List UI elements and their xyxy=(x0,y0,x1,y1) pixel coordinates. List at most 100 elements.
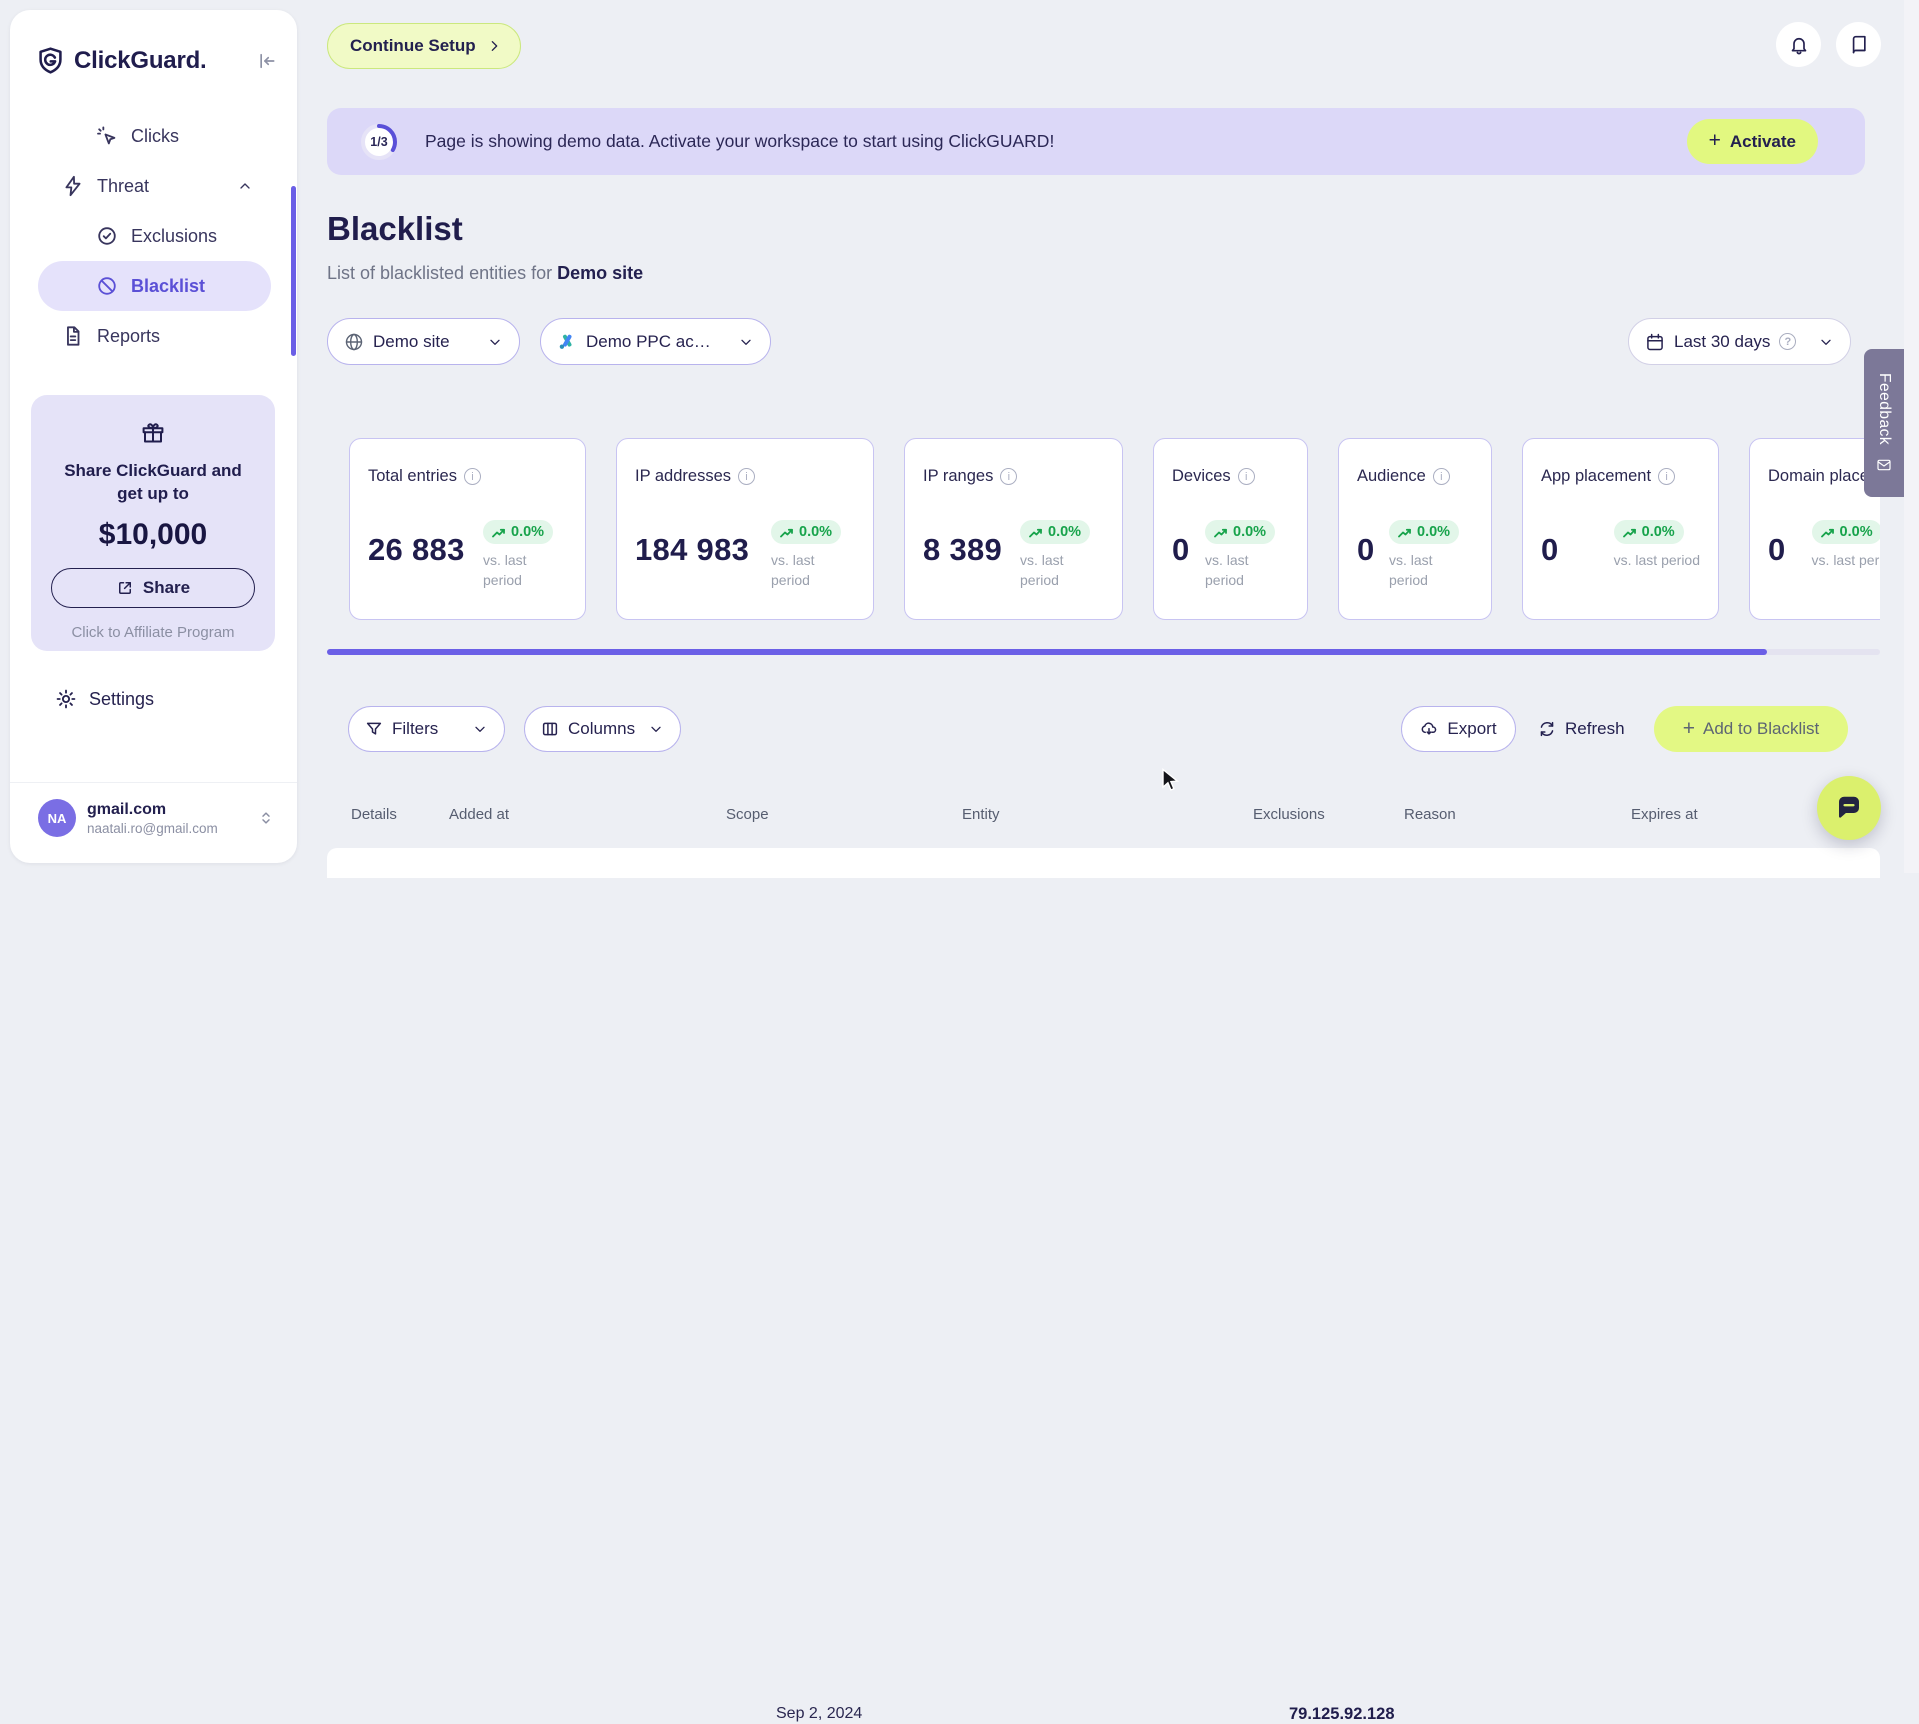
help-icon[interactable]: ? xyxy=(1779,333,1797,350)
sidebar-item-label: Blacklist xyxy=(131,275,206,296)
date-range-selector[interactable]: Last 30 days ? xyxy=(1628,318,1851,365)
mouse-cursor xyxy=(1160,768,1184,799)
feedback-tab[interactable]: Feedback xyxy=(1864,349,1904,497)
sidebar-item-threat[interactable]: Threat xyxy=(38,161,271,211)
column-header-scope: Scope xyxy=(726,806,769,823)
column-header-entity: Entity xyxy=(962,806,1000,823)
promo-amount: $10,000 xyxy=(98,517,208,551)
trend-caption: vs. last period xyxy=(771,552,815,588)
chevron-right-icon xyxy=(486,38,502,54)
funnel-icon xyxy=(365,720,383,738)
plus-icon: + xyxy=(1682,716,1696,740)
columns-button[interactable]: Columns xyxy=(524,706,681,752)
logo[interactable]: ClickGuard. xyxy=(36,46,277,75)
sidebar-item-settings[interactable]: Settings xyxy=(55,688,154,710)
trend-caption: vs. last period xyxy=(1020,552,1064,588)
sidebar-item-label: Threat xyxy=(97,175,150,196)
refresh-label: Refresh xyxy=(1565,719,1625,738)
trend-value: 0.0% xyxy=(799,524,833,540)
page-subtitle: List of blacklisted entities for Demo si… xyxy=(327,263,643,284)
info-icon[interactable]: i xyxy=(1237,468,1255,485)
stats-carousel: Total entries i 26 883 0.0% vs. last peri… xyxy=(327,438,1880,622)
trend-badge: 0.0% xyxy=(1811,520,1880,544)
browser-scrollbar[interactable] xyxy=(1904,0,1919,873)
stat-label: Total entries xyxy=(368,467,457,485)
promo-text: Share ClickGuard and get up to xyxy=(64,461,242,503)
info-icon[interactable]: i xyxy=(463,468,481,485)
filters-button[interactable]: Filters xyxy=(348,706,505,752)
continue-setup-label: Continue Setup xyxy=(350,36,476,55)
trend-caption: vs. last period xyxy=(1389,552,1433,588)
collapse-sidebar-button[interactable] xyxy=(257,51,277,71)
stat-value: 26 883 xyxy=(368,532,465,567)
stat-card-total-entries: Total entries i 26 883 0.0% vs. last peri… xyxy=(349,438,586,620)
account-email: naatali.ro@gmail.com xyxy=(87,820,218,836)
site-selector[interactable]: Demo site xyxy=(327,318,520,365)
table-row[interactable]: Sep 2, 2024 79.125.92.128 xyxy=(327,848,1880,1723)
affiliate-link[interactable]: Click to Affiliate Program xyxy=(49,624,257,641)
activate-button[interactable]: + Activate xyxy=(1686,119,1818,164)
column-header-reason: Reason xyxy=(1404,806,1456,823)
stats-scrollbar-thumb[interactable] xyxy=(327,649,1767,655)
stat-card-audience: Audience i 0 0.0% vs. last period xyxy=(1338,438,1492,620)
cursor-click-icon xyxy=(96,125,118,147)
trend-caption: vs. last period xyxy=(1205,552,1249,588)
stat-value: 0 xyxy=(1541,532,1559,567)
export-button[interactable]: Export xyxy=(1401,706,1516,752)
book-icon xyxy=(1849,35,1869,55)
stat-card-devices: Devices i 0 0.0% vs. last period xyxy=(1153,438,1308,620)
app-title: ClickGuard. xyxy=(74,46,207,74)
sidebar-nav: Clicks Threat Exclusions Blacklist Repor… xyxy=(10,111,297,361)
share-button[interactable]: Share xyxy=(51,567,255,608)
trend-badge: 0.0% xyxy=(1205,520,1276,544)
sidebar-item-blacklist[interactable]: Blacklist xyxy=(38,261,271,311)
feedback-label: Feedback xyxy=(1876,373,1893,446)
continue-setup-button[interactable]: Continue Setup xyxy=(327,23,521,69)
collapse-left-icon xyxy=(257,51,277,71)
notifications-button[interactable] xyxy=(1776,22,1821,67)
ppc-account-selector[interactable]: Demo PPC ac… xyxy=(540,318,771,365)
trend-value: 0.0% xyxy=(1641,524,1675,540)
chat-widget-button[interactable] xyxy=(1817,776,1881,840)
row-entity-cell: 79.125.92.128 xyxy=(1289,1705,1395,1723)
clickguard-logo-icon xyxy=(36,46,65,75)
add-to-blacklist-label: Add to Blacklist xyxy=(1703,719,1820,738)
add-to-blacklist-button[interactable]: + Add to Blacklist xyxy=(1654,706,1848,752)
gear-icon xyxy=(55,688,77,710)
column-header-added-at: Added at xyxy=(449,806,510,823)
chat-bubble-icon xyxy=(1834,793,1864,823)
columns-label: Columns xyxy=(568,719,636,738)
info-icon[interactable]: i xyxy=(1658,468,1676,485)
refresh-button[interactable]: Refresh xyxy=(1538,706,1625,752)
sidebar-scrollbar[interactable] xyxy=(291,186,296,356)
row-added-at-cell: Sep 2, 2024 xyxy=(776,1705,863,1722)
sidebar-item-exclusions[interactable]: Exclusions xyxy=(38,211,271,261)
info-icon[interactable]: i xyxy=(1432,468,1450,485)
demo-data-banner: 1/3 Page is showing demo data. Activate … xyxy=(327,108,1865,175)
stat-card-ip-ranges: IP ranges i 8 389 0.0% vs. last period xyxy=(904,438,1123,620)
export-label: Export xyxy=(1447,719,1497,738)
trend-caption: vs. last period xyxy=(483,552,527,588)
trend-badge: 0.0% xyxy=(1613,520,1684,544)
sidebar: ClickGuard. Clicks Threat Exclusions Bla… xyxy=(10,10,297,863)
refresh-icon xyxy=(1538,720,1556,738)
setup-progress-ring: 1/3 xyxy=(359,122,399,162)
info-icon[interactable]: i xyxy=(1000,468,1018,485)
document-icon xyxy=(62,325,84,347)
column-header-details: Details xyxy=(351,806,397,823)
trend-badge: 0.0% xyxy=(771,520,842,544)
ban-icon xyxy=(96,275,118,297)
knowledge-base-button[interactable] xyxy=(1836,22,1881,67)
stat-value: 184 983 xyxy=(635,532,750,567)
column-header-exclusions: Exclusions xyxy=(1253,806,1325,823)
stat-value: 0 xyxy=(1172,532,1190,567)
sidebar-item-reports[interactable]: Reports xyxy=(38,311,271,361)
trend-caption: vs. last period xyxy=(1811,552,1880,568)
share-button-label: Share xyxy=(142,577,191,597)
sidebar-item-label: Exclusions xyxy=(131,225,218,246)
account-switcher[interactable]: NA gmail.com naatali.ro@gmail.com xyxy=(10,782,297,837)
columns-icon xyxy=(541,720,559,738)
info-icon[interactable]: i xyxy=(738,468,756,485)
stats-scrollbar-track[interactable] xyxy=(327,649,1880,655)
sidebar-item-clicks[interactable]: Clicks xyxy=(38,111,271,161)
